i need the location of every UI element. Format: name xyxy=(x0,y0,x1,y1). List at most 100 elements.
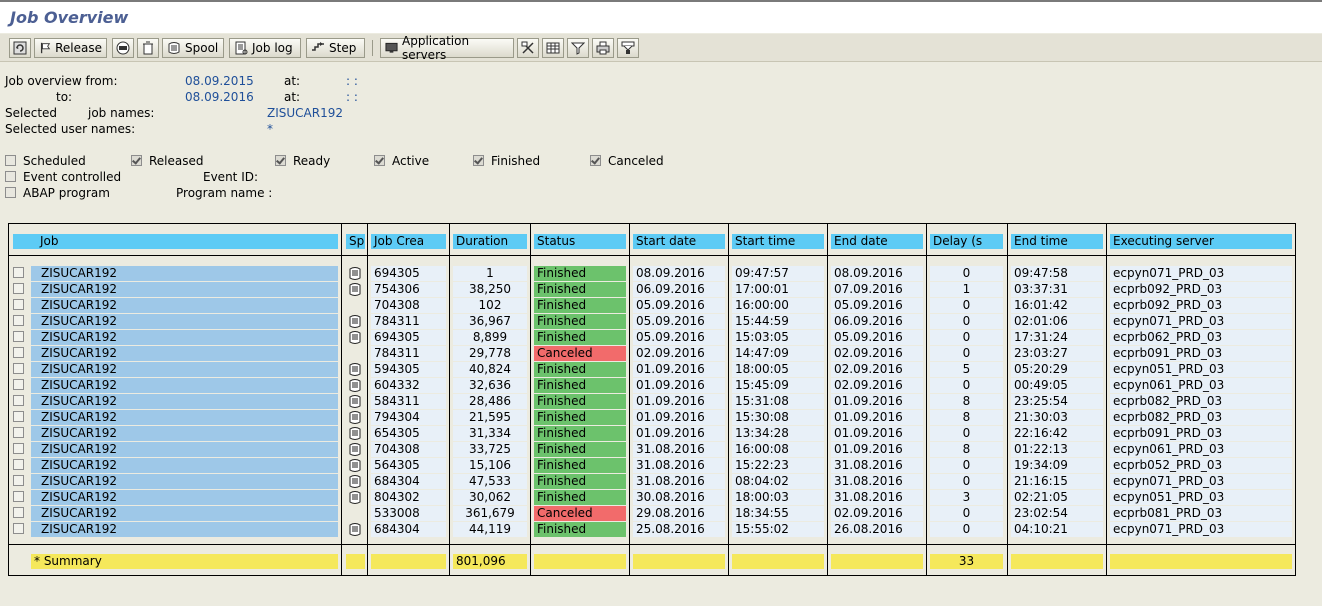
column-header[interactable]: End time xyxy=(1011,234,1103,249)
row-select-checkbox[interactable] xyxy=(13,427,24,438)
released-checkbox[interactable] xyxy=(131,155,142,166)
job-name-cell[interactable]: ZISUCAR192 xyxy=(31,298,338,313)
row-select-checkbox[interactable] xyxy=(13,411,24,422)
spool-icon[interactable] xyxy=(348,475,362,488)
column-header[interactable]: Delay (s xyxy=(930,234,1003,249)
row-select-checkbox[interactable] xyxy=(13,331,24,342)
document-icon xyxy=(235,41,248,55)
table-cell: 1 xyxy=(930,282,1003,297)
application-servers-button[interactable]: Application servers xyxy=(380,34,514,62)
job-name-cell[interactable]: ZISUCAR192 xyxy=(31,522,338,537)
status-cell: Finished xyxy=(534,394,626,409)
spool-icon[interactable] xyxy=(348,379,362,392)
job-name-cell[interactable]: ZISUCAR192 xyxy=(31,474,338,489)
column-header[interactable]: Job xyxy=(13,234,338,249)
release-button[interactable]: Release xyxy=(34,38,107,58)
job-name-cell[interactable]: ZISUCAR192 xyxy=(31,394,338,409)
spool-icon[interactable] xyxy=(348,459,362,472)
table-cell: 01.09.2016 xyxy=(831,426,923,441)
spool-icon[interactable] xyxy=(348,315,362,328)
active-label: Active xyxy=(392,154,430,168)
active-checkbox[interactable] xyxy=(374,155,385,166)
column-header[interactable]: Sp xyxy=(346,234,365,249)
row-select-checkbox[interactable] xyxy=(13,475,24,486)
event-controlled-checkbox[interactable] xyxy=(5,171,16,182)
spool-icon[interactable] xyxy=(348,491,362,504)
row-select-checkbox[interactable] xyxy=(13,379,24,390)
table-cell: 21:30:03 xyxy=(1011,410,1103,425)
column-header[interactable]: Start time xyxy=(732,234,824,249)
canceled-checkbox[interactable] xyxy=(590,155,601,166)
job-name-cell[interactable]: ZISUCAR192 xyxy=(31,362,338,377)
summary-cell xyxy=(534,554,626,569)
table-cell: 02:01:06 xyxy=(1011,314,1103,329)
job-log-button[interactable]: Job log xyxy=(229,38,301,58)
spool-icon[interactable] xyxy=(348,443,362,456)
column-header[interactable]: Status xyxy=(534,234,626,249)
table-cell: ecpyn051_PRD_03 xyxy=(1110,490,1292,505)
finished-checkbox[interactable] xyxy=(473,155,484,166)
step-button[interactable]: Step xyxy=(306,38,365,58)
column-header[interactable]: Job Crea xyxy=(371,234,446,249)
refresh-button[interactable] xyxy=(9,38,31,58)
row-select-checkbox[interactable] xyxy=(13,315,24,326)
job-name-cell[interactable]: ZISUCAR192 xyxy=(31,266,338,281)
row-select-checkbox[interactable] xyxy=(13,491,24,502)
job-name-cell[interactable]: ZISUCAR192 xyxy=(31,330,338,345)
column-divider xyxy=(926,223,927,576)
spool-icon[interactable] xyxy=(348,267,362,280)
sort-button[interactable] xyxy=(517,38,539,58)
delete-button[interactable] xyxy=(137,38,159,58)
table-cell: 694305 xyxy=(371,330,446,345)
job-name-cell[interactable]: ZISUCAR192 xyxy=(31,458,338,473)
table-cell: 02.09.2016 xyxy=(831,506,923,521)
row-select-checkbox[interactable] xyxy=(13,395,24,406)
column-header[interactable]: End date xyxy=(831,234,923,249)
abap-program-checkbox[interactable] xyxy=(5,187,16,198)
spool-icon[interactable] xyxy=(348,427,362,440)
job-name-cell[interactable]: ZISUCAR192 xyxy=(31,378,338,393)
row-select-checkbox[interactable] xyxy=(13,507,24,518)
row-select-checkbox[interactable] xyxy=(13,347,24,358)
row-select-checkbox[interactable] xyxy=(13,363,24,374)
column-header[interactable]: Executing server xyxy=(1110,234,1292,249)
row-select-checkbox[interactable] xyxy=(13,523,24,534)
column-header[interactable]: Start date xyxy=(633,234,725,249)
job-name-cell[interactable]: ZISUCAR192 xyxy=(31,490,338,505)
ready-label: Ready xyxy=(293,154,331,168)
layout-button[interactable] xyxy=(617,38,639,58)
print-button[interactable] xyxy=(592,38,614,58)
job-name-cell[interactable]: ZISUCAR192 xyxy=(31,346,338,361)
table-cell: 31.08.2016 xyxy=(633,458,725,473)
ready-checkbox[interactable] xyxy=(275,155,286,166)
job-name-cell[interactable]: ZISUCAR192 xyxy=(31,410,338,425)
job-name-cell[interactable]: ZISUCAR192 xyxy=(31,506,338,521)
row-select-checkbox[interactable] xyxy=(13,299,24,310)
job-name-cell[interactable]: ZISUCAR192 xyxy=(31,282,338,297)
filter-button[interactable] xyxy=(567,38,589,58)
grid-button[interactable] xyxy=(542,38,564,58)
row-select-checkbox[interactable] xyxy=(13,283,24,294)
scheduled-checkbox[interactable] xyxy=(5,155,16,166)
spool-icon[interactable] xyxy=(348,331,362,344)
job-name-cell[interactable]: ZISUCAR192 xyxy=(31,442,338,457)
table-cell: 02.09.2016 xyxy=(831,346,923,361)
spool-icon[interactable] xyxy=(348,411,362,424)
status-cell: Finished xyxy=(534,490,626,505)
table-cell: 15:31:08 xyxy=(732,394,824,409)
column-header[interactable]: Duration xyxy=(453,234,527,249)
spool-icon[interactable] xyxy=(348,523,362,536)
row-select-checkbox[interactable] xyxy=(13,459,24,470)
spool-icon[interactable] xyxy=(348,395,362,408)
job-name-cell[interactable]: ZISUCAR192 xyxy=(31,314,338,329)
stop-button[interactable] xyxy=(112,38,134,58)
spool-button[interactable]: Spool xyxy=(162,38,224,58)
row-select-checkbox[interactable] xyxy=(13,443,24,454)
refresh-icon xyxy=(13,41,27,55)
spool-icon[interactable] xyxy=(348,363,362,376)
row-select-checkbox[interactable] xyxy=(13,267,24,278)
status-cell: Finished xyxy=(534,474,626,489)
spool-icon[interactable] xyxy=(348,283,362,296)
table-cell: 16:00:00 xyxy=(732,298,824,313)
job-name-cell[interactable]: ZISUCAR192 xyxy=(31,426,338,441)
